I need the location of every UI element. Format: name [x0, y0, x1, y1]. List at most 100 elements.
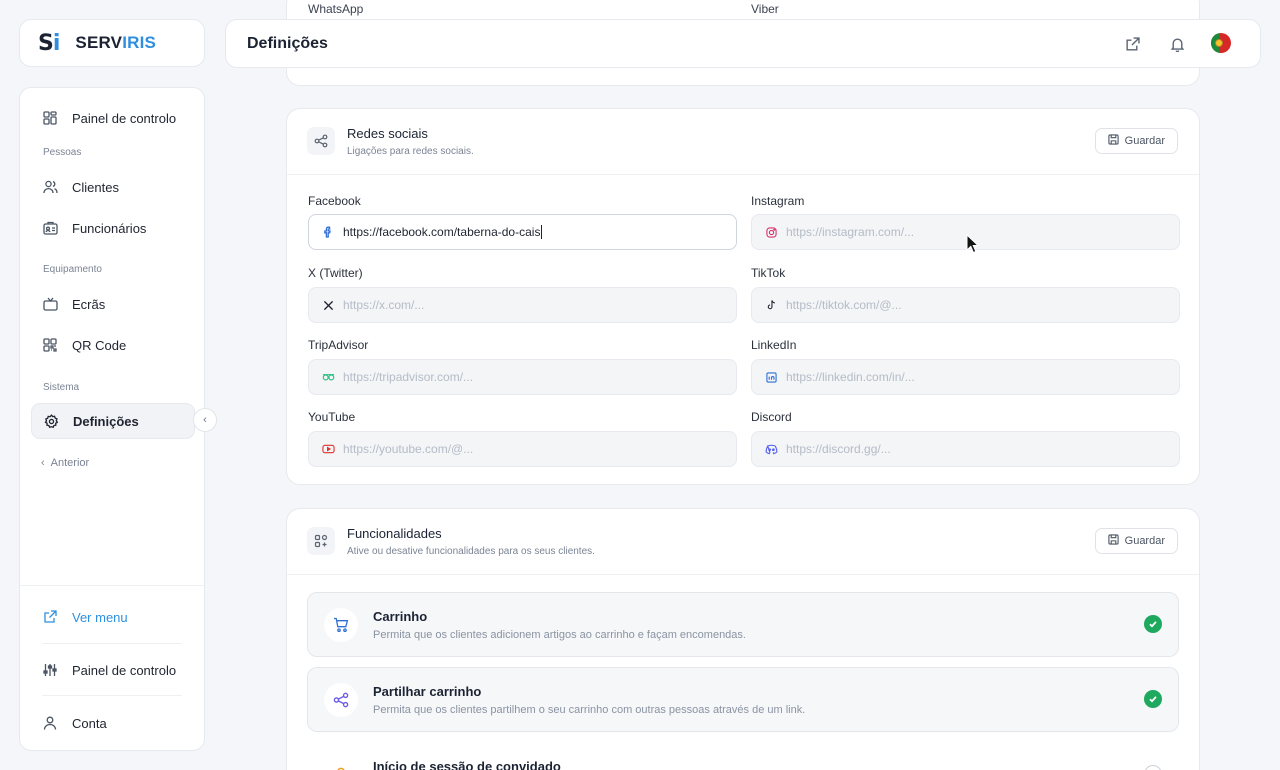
- tiktok-field[interactable]: https://tiktok.com/@...: [751, 287, 1180, 323]
- tiktok-label: TikTok: [751, 266, 786, 280]
- discord-icon: [764, 442, 778, 456]
- previous-label: Anterior: [50, 457, 90, 469]
- bell-icon[interactable]: [1168, 35, 1186, 53]
- divider: [42, 643, 182, 644]
- sidebar: Painel de controlo Pessoas Clientes Func…: [19, 87, 205, 751]
- section-label-system: Sistema: [43, 382, 80, 393]
- tripadvisor-placeholder: https://tripadvisor.com/...: [343, 370, 474, 384]
- gear-icon: [43, 413, 59, 429]
- divider: [42, 695, 182, 696]
- features-card: Funcionalidades Ative ou desative funcio…: [286, 508, 1200, 770]
- feature-guest-login[interactable]: Início de sessão de convidado: [307, 742, 1179, 770]
- linkedin-field[interactable]: https://linkedin.com/in/...: [751, 359, 1180, 395]
- enabled-check-icon[interactable]: [1144, 690, 1162, 708]
- language-flag-icon[interactable]: [1211, 33, 1231, 53]
- external-link-icon[interactable]: [1123, 35, 1141, 53]
- feature-title: Carrinho: [373, 609, 428, 624]
- view-menu-link[interactable]: Ver menu: [31, 599, 195, 635]
- id-card-icon: [42, 220, 58, 236]
- sidebar-item-account[interactable]: Conta: [31, 705, 195, 741]
- section-label-people: Pessoas: [43, 147, 82, 158]
- feature-description: Permita que os clientes partilhem o seu …: [373, 704, 806, 716]
- feature-cart[interactable]: Carrinho Permita que os clientes adicion…: [307, 592, 1179, 657]
- chevron-left-icon: ‹: [203, 414, 207, 426]
- sidebar-item-label: Clientes: [72, 179, 119, 195]
- card-subtitle: Ative ou desative funcionalidades para o…: [347, 546, 595, 557]
- feature-title: Início de sessão de convidado: [373, 759, 561, 770]
- instagram-label: Instagram: [751, 194, 805, 208]
- linkedin-label: LinkedIn: [751, 338, 797, 352]
- sidebar-item-dashboard[interactable]: Painel de controlo: [31, 100, 195, 136]
- divider: [287, 574, 1199, 575]
- discord-label: Discord: [751, 410, 792, 424]
- divider: [287, 174, 1199, 175]
- previous-link[interactable]: ‹ Anterior: [41, 457, 89, 469]
- sidebar-item-employees[interactable]: Funcionários: [31, 210, 195, 246]
- divider: [20, 585, 204, 586]
- cart-icon: [324, 608, 358, 642]
- facebook-label: Facebook: [308, 194, 361, 208]
- sidebar-item-clients[interactable]: Clientes: [31, 169, 195, 205]
- facebook-icon: [321, 225, 335, 239]
- sidebar-item-screens[interactable]: Ecrãs: [31, 286, 195, 322]
- sidebar-item-label: QR Code: [72, 337, 127, 353]
- top-header: Definições: [225, 19, 1261, 68]
- card-subtitle: Ligações para redes sociais.: [347, 146, 474, 157]
- youtube-label: YouTube: [308, 410, 356, 424]
- save-label: Guardar: [1124, 135, 1165, 147]
- brand-logo[interactable]: Si SERVIRIS: [19, 19, 205, 67]
- twitter-placeholder: https://x.com/...: [343, 298, 425, 312]
- tripadvisor-icon: [321, 370, 335, 384]
- youtube-icon: [321, 442, 335, 456]
- share-icon: [307, 127, 335, 155]
- viber-label: Viber: [751, 2, 779, 16]
- card-title: Redes sociais: [347, 126, 428, 141]
- user-icon: [42, 715, 58, 731]
- mouse-cursor-icon: [966, 233, 980, 259]
- tripadvisor-label: TripAdvisor: [308, 338, 369, 352]
- discord-field[interactable]: https://discord.gg/...: [751, 431, 1180, 467]
- feature-description: Permita que os clientes adicionem artigo…: [373, 629, 746, 641]
- features-icon: [307, 527, 335, 555]
- feature-share-cart[interactable]: Partilhar carrinho Permita que os client…: [307, 667, 1179, 732]
- youtube-field[interactable]: https://youtube.com/@...: [308, 431, 737, 467]
- social-networks-card: Redes sociais Ligações para redes sociai…: [286, 108, 1200, 485]
- twitter-field[interactable]: https://x.com/...: [308, 287, 737, 323]
- page-title: Definições: [247, 34, 328, 52]
- linkedin-icon: [764, 370, 778, 384]
- guest-user-icon: [324, 758, 358, 770]
- sidebar-item-label: Funcionários: [72, 220, 147, 236]
- facebook-field[interactable]: https://facebook.com/taberna-do-cais: [308, 214, 737, 250]
- twitter-label: X (Twitter): [308, 266, 363, 280]
- linkedin-placeholder: https://linkedin.com/in/...: [786, 370, 915, 384]
- users-icon: [42, 179, 58, 195]
- tv-icon: [42, 296, 58, 312]
- save-social-button[interactable]: Guardar: [1094, 128, 1178, 154]
- qr-code-icon: [42, 337, 58, 353]
- save-features-button[interactable]: Guardar: [1094, 528, 1178, 554]
- enabled-check-icon[interactable]: [1144, 615, 1162, 633]
- whatsapp-label: WhatsApp: [308, 2, 364, 16]
- x-twitter-icon: [321, 298, 335, 312]
- feature-title: Partilhar carrinho: [373, 684, 482, 699]
- text-caret: [541, 225, 543, 239]
- sidebar-item-label: Conta: [72, 715, 107, 731]
- dashboard-icon: [42, 110, 58, 126]
- collapse-sidebar-button[interactable]: ‹: [193, 408, 217, 432]
- disabled-check-icon[interactable]: [1144, 765, 1162, 770]
- share-icon: [324, 683, 358, 717]
- chevron-left-icon: ‹: [41, 457, 45, 469]
- flag-emblem: [1215, 39, 1223, 47]
- card-title: Funcionalidades: [347, 526, 442, 541]
- logo-mark: Si: [38, 30, 60, 56]
- instagram-icon: [764, 225, 778, 239]
- sliders-icon: [42, 662, 58, 678]
- tripadvisor-field[interactable]: https://tripadvisor.com/...: [308, 359, 737, 395]
- sidebar-item-settings[interactable]: Definições: [31, 403, 195, 439]
- facebook-value: https://facebook.com/taberna-do-cais: [343, 225, 541, 239]
- tiktok-placeholder: https://tiktok.com/@...: [786, 298, 902, 312]
- sidebar-item-qr-code[interactable]: QR Code: [31, 327, 195, 363]
- external-link-icon: [42, 609, 58, 625]
- instagram-placeholder: https://instagram.com/...: [786, 225, 915, 239]
- sidebar-item-control-panel[interactable]: Painel de controlo: [31, 652, 195, 688]
